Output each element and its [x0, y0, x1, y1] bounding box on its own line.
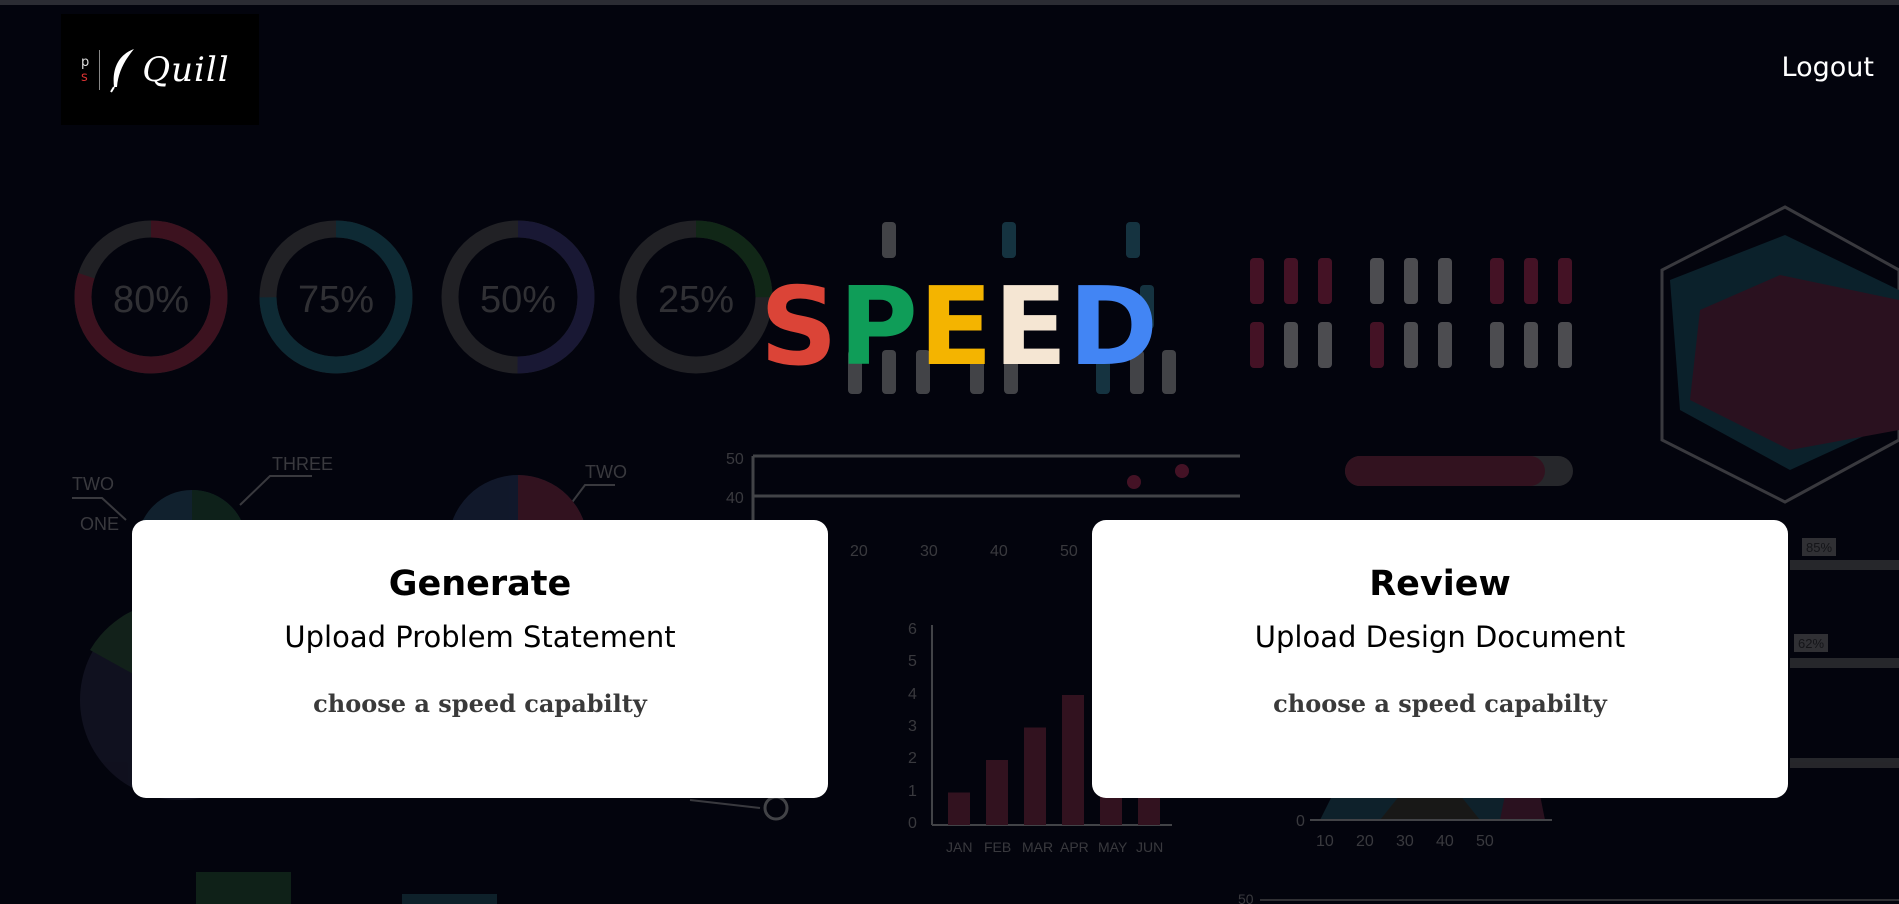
card-title: Review: [1369, 564, 1511, 604]
svg-text:0: 0: [908, 815, 917, 832]
svg-text:30: 30: [1396, 833, 1414, 850]
bg-bar-label: MAR: [1022, 839, 1053, 855]
svg-text:4: 4: [908, 686, 917, 703]
bg-bar-label: MAY: [1098, 839, 1128, 855]
bg-bar: [948, 792, 970, 825]
review-card[interactable]: Review Upload Design Document choose a s…: [1092, 520, 1788, 798]
svg-text:0: 0: [1296, 813, 1305, 830]
svg-text:30: 30: [920, 543, 938, 560]
svg-text:TWO: TWO: [585, 462, 627, 482]
svg-text:5: 5: [908, 653, 917, 670]
title-letter: P: [838, 265, 919, 390]
svg-text:50: 50: [1060, 543, 1078, 560]
logo-divider: [99, 49, 101, 90]
title-letter: D: [1068, 265, 1160, 390]
card-subtitle: Upload Design Document: [1254, 620, 1626, 654]
svg-text:6: 6: [908, 621, 917, 638]
brand-name: Quill: [142, 49, 230, 90]
bg-bar-label: JAN: [946, 839, 972, 855]
svg-text:ONE: ONE: [80, 514, 119, 534]
svg-text:2: 2: [908, 750, 917, 767]
svg-text:THREE: THREE: [272, 454, 333, 474]
svg-text:85%: 85%: [1806, 540, 1832, 555]
logout-button[interactable]: Logout: [1782, 52, 1874, 83]
bg-bar: [1062, 695, 1084, 825]
svg-text:62%: 62%: [1798, 636, 1824, 651]
svg-text:50: 50: [726, 451, 744, 468]
title-letter: E: [918, 265, 994, 390]
page-title: SPEED: [0, 268, 1899, 388]
bg-bar-label: FEB: [984, 839, 1011, 855]
svg-text:40: 40: [990, 543, 1008, 560]
svg-text:40: 40: [1436, 833, 1454, 850]
capability-prompt[interactable]: choose a speed capabilty: [1092, 689, 1788, 719]
svg-text:40: 40: [726, 490, 744, 507]
bg-bar-label: JUN: [1136, 839, 1163, 855]
quill-logo[interactable]: p s Quill: [61, 14, 259, 125]
svg-text:1: 1: [908, 783, 917, 800]
svg-text:50: 50: [1238, 891, 1254, 904]
svg-text:TWO: TWO: [72, 474, 114, 494]
svg-text:3: 3: [908, 718, 917, 735]
capability-prompt[interactable]: choose a speed capabilty: [132, 689, 828, 719]
ps-monogram: p s: [81, 54, 90, 85]
bg-bar-label: APR: [1060, 839, 1089, 855]
bg-bar: [986, 760, 1008, 825]
generate-card[interactable]: Generate Upload Problem Statement choose…: [132, 520, 828, 798]
quill-feather-icon: [110, 48, 135, 93]
card-subtitle: Upload Problem Statement: [284, 620, 676, 654]
area-chart-bg: 0 10 20 30 40 50 50: [1238, 790, 1899, 904]
svg-text:20: 20: [1356, 833, 1374, 850]
title-letter: S: [759, 265, 839, 390]
card-title: Generate: [388, 564, 572, 604]
svg-text:20: 20: [850, 543, 868, 560]
bg-bar: [1024, 727, 1046, 825]
svg-text:10: 10: [1316, 833, 1334, 850]
title-letter: E: [993, 265, 1069, 390]
svg-text:50: 50: [1476, 833, 1494, 850]
